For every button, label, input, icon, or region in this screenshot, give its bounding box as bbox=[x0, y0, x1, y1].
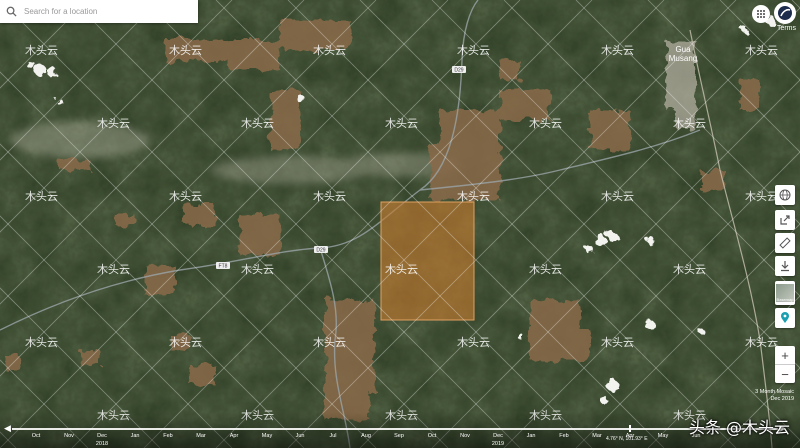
share-icon[interactable] bbox=[775, 210, 795, 230]
watermark-text: 木头云 bbox=[25, 44, 58, 57]
globe-icon[interactable] bbox=[775, 185, 795, 205]
watermark-text: 木头云 bbox=[313, 190, 346, 203]
timeline-year: 2019 bbox=[491, 441, 505, 447]
watermark-text: 木头云 bbox=[673, 117, 706, 130]
timeline-month[interactable]: Jun bbox=[296, 433, 305, 439]
timeline[interactable]: ◀ Oct Nov Dec Jan Feb Mar Apr May Jun Jul Aug Sep Oc… bbox=[0, 412, 800, 448]
watermark-text: 木头云 bbox=[385, 117, 418, 130]
timeline-selected-marker[interactable] bbox=[629, 425, 631, 432]
road-label: D29 bbox=[454, 68, 463, 74]
timeline-track[interactable] bbox=[12, 428, 778, 430]
basemap-icon[interactable]: Basemap bbox=[775, 281, 795, 305]
timeline-month[interactable]: Feb bbox=[163, 433, 172, 439]
watermark-text: 木头云 bbox=[457, 190, 490, 203]
watermark-text: 木头云 bbox=[385, 263, 418, 276]
search-bar[interactable] bbox=[0, 0, 198, 23]
watermark-text: 木头云 bbox=[673, 263, 706, 276]
watermark-text: 木头云 bbox=[313, 44, 346, 57]
selection-area[interactable] bbox=[380, 201, 475, 321]
timeline-month[interactable]: Dec bbox=[493, 433, 503, 439]
watermark-text: 木头云 bbox=[97, 263, 130, 276]
watermark-text: 木头云 bbox=[457, 44, 490, 57]
location-pin-icon[interactable] bbox=[775, 308, 795, 328]
mosaic-date: Dec 2019 bbox=[770, 396, 794, 402]
timeline-month[interactable]: Nov bbox=[64, 433, 74, 439]
map-toolbar: Basemap bbox=[775, 185, 795, 328]
watermark-text: 木头云 bbox=[529, 117, 562, 130]
watermark-text: 木头云 bbox=[25, 336, 58, 349]
timeline-month[interactable]: Jan bbox=[131, 433, 140, 439]
watermark-text: 木头云 bbox=[601, 336, 634, 349]
timeline-month[interactable]: Nov bbox=[460, 433, 470, 439]
watermark-text: 木头云 bbox=[601, 44, 634, 57]
watermark-text: 木头云 bbox=[745, 44, 778, 57]
road-label: D29 bbox=[316, 248, 325, 254]
timeline-month[interactable]: Mar bbox=[592, 433, 601, 439]
download-icon[interactable] bbox=[775, 256, 795, 276]
satellite-imagery: 木头云 木头云 木头云 木头云 木头云 木头云木头云 木头云 木头云 木头云 木头云木头云 木头云木… bbox=[0, 0, 800, 448]
watermark-text: 木头云 bbox=[169, 44, 202, 57]
timeline-month[interactable]: Oct bbox=[428, 433, 437, 439]
search-input[interactable] bbox=[22, 6, 191, 17]
zoom-in-button[interactable]: + bbox=[775, 346, 795, 364]
coordinates-readout: 4.76° N, 101.93° E bbox=[606, 436, 648, 442]
watermark-text: 木头云 bbox=[97, 117, 130, 130]
watermark-banner: 头条 @木头云 bbox=[688, 418, 790, 437]
watermark-text: 木头云 bbox=[745, 336, 778, 349]
mosaic-label: 3 Month Mosaic Dec 2019 bbox=[755, 389, 794, 403]
road-label: FT8 bbox=[219, 264, 228, 270]
timeline-month[interactable]: Sep bbox=[394, 433, 404, 439]
zoom-out-button[interactable]: − bbox=[775, 364, 795, 383]
watermark-text: 木头云 bbox=[313, 336, 346, 349]
watermark-text: 木头云 bbox=[169, 336, 202, 349]
timeline-prev-icon[interactable]: ◀ bbox=[4, 423, 11, 434]
watermark-text: 木头云 bbox=[241, 263, 274, 276]
watermark-text: 木头云 bbox=[241, 117, 274, 130]
watermark-text: 木头云 bbox=[745, 190, 778, 203]
timeline-month[interactable]: Aug bbox=[361, 433, 371, 439]
timeline-month[interactable]: Dec bbox=[97, 433, 107, 439]
timeline-year: 2018 bbox=[95, 441, 109, 447]
zoom-control: + − bbox=[775, 346, 795, 383]
watermark-text: 木头云 bbox=[529, 263, 562, 276]
watermark-text: 木头云 bbox=[169, 190, 202, 203]
timeline-month[interactable]: Feb bbox=[559, 433, 568, 439]
timeline-month[interactable]: Jan bbox=[527, 433, 536, 439]
ruler-icon[interactable] bbox=[775, 233, 795, 253]
watermark-text: 木头云 bbox=[457, 336, 490, 349]
timeline-month[interactable]: May bbox=[262, 433, 272, 439]
watermark-text: 木头云 bbox=[601, 190, 634, 203]
search-icon[interactable] bbox=[0, 0, 22, 23]
timeline-month[interactable]: Mar bbox=[196, 433, 205, 439]
planet-logo-icon[interactable] bbox=[774, 2, 796, 24]
watermark-text: 木头云 bbox=[25, 190, 58, 203]
timeline-month[interactable]: Jul bbox=[329, 433, 336, 439]
timeline-month[interactable]: Oct bbox=[32, 433, 41, 439]
apps-grid-icon[interactable] bbox=[752, 5, 770, 23]
timeline-month[interactable]: May bbox=[658, 433, 668, 439]
timeline-month[interactable]: Apr bbox=[230, 433, 239, 439]
satellite-map[interactable]: 木头云 木头云 木头云 木头云 木头云 木头云 木头云 木头云 木头云 木头云 木头云 木头云 木头云木… bbox=[0, 0, 800, 448]
terms-link[interactable]: Terms bbox=[777, 25, 796, 32]
mosaic-title: 3 Month Mosaic bbox=[755, 389, 794, 395]
